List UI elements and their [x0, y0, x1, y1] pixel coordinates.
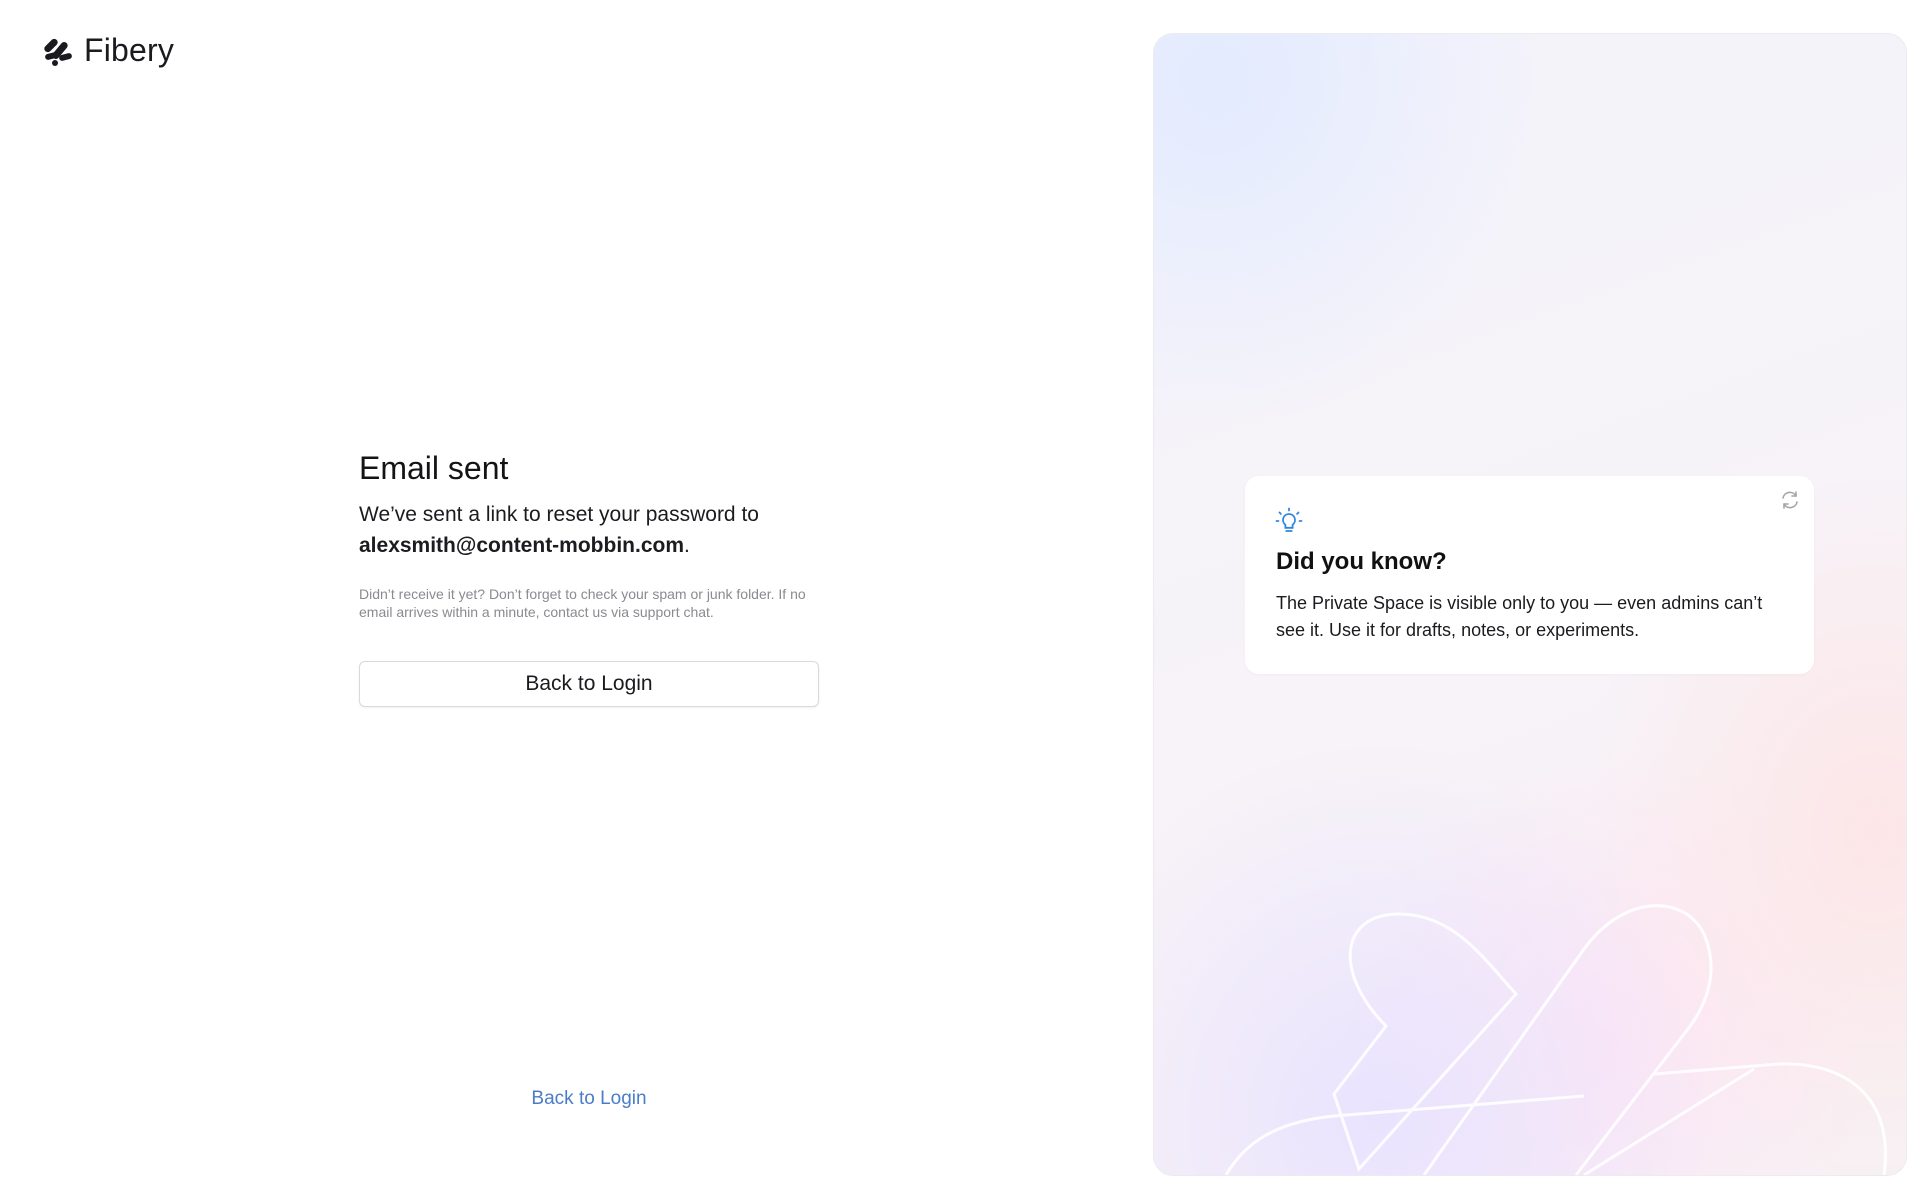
back-to-login-button[interactable]: Back to Login	[359, 661, 819, 707]
spam-hint: Didn’t receive it yet? Don’t forget to c…	[359, 586, 806, 620]
brand-name: Fibery	[84, 32, 175, 68]
refresh-icon[interactable]	[1778, 488, 1802, 512]
tip-body: The Private Space is visible only to you…	[1276, 593, 1763, 640]
confirmation-period: .	[684, 534, 690, 557]
confirmation-text: We’ve sent a link to reset your password…	[359, 503, 759, 526]
recipient-email: alexsmith@content-mobbin.com	[359, 534, 685, 557]
lightbulb-icon	[1275, 507, 1303, 532]
promo-panel: Did you know? The Private Space is visib…	[1153, 33, 1907, 1176]
confirmation-message: We’ve sent a link to reset your password…	[359, 499, 819, 561]
tip-title: Did you know?	[1276, 548, 1447, 575]
page-title: Email sent	[359, 450, 509, 486]
back-to-login-link[interactable]: Back to Login	[359, 1088, 819, 1110]
page: Fibery Email sent We’ve sent a link to r…	[0, 0, 1920, 1200]
tip-card: Did you know? The Private Space is visib…	[1245, 476, 1814, 674]
reset-confirmation: Email sent We’ve sent a link to reset yo…	[359, 450, 819, 707]
brand[interactable]: Fibery	[42, 32, 174, 69]
fibery-logo-icon	[44, 38, 72, 66]
